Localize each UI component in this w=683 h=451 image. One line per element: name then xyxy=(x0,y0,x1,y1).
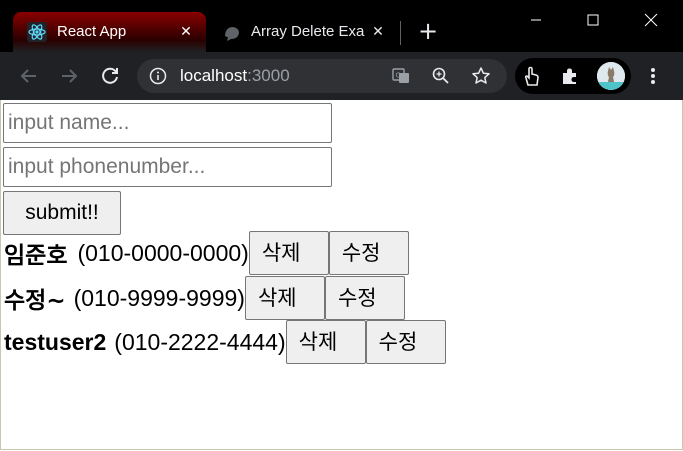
avatar[interactable] xyxy=(597,62,625,90)
minimize-icon[interactable] xyxy=(521,8,551,32)
extensions-puzzle-icon[interactable] xyxy=(560,66,580,86)
toolbar: localhost:3000 G xyxy=(0,52,683,100)
edit-button[interactable]: 수정 xyxy=(324,276,405,320)
user-row: 수정~ (010-9999-9999) 삭제 수정 xyxy=(4,276,405,320)
edit-button[interactable]: 수정 xyxy=(328,231,409,275)
submit-button[interactable]: submit!! xyxy=(3,191,121,235)
tab-react-app[interactable]: React App ✕ xyxy=(13,12,206,52)
close-icon[interactable]: ✕ xyxy=(176,22,196,42)
user-name: 임준호 xyxy=(4,243,68,269)
edit-button[interactable]: 수정 xyxy=(365,320,446,364)
site-info-icon[interactable] xyxy=(149,67,167,85)
user-row: testuser2 (010-2222-4444) 삭제 수정 xyxy=(4,320,446,364)
url-host: localhost xyxy=(180,66,248,85)
bookmark-star-icon[interactable] xyxy=(471,66,491,86)
zoom-icon[interactable] xyxy=(431,66,451,86)
phone-input[interactable] xyxy=(3,147,332,187)
delete-button[interactable]: 삭제 xyxy=(285,320,366,364)
delete-button[interactable]: 삭제 xyxy=(244,276,325,320)
user-name: 수정~ xyxy=(4,288,66,314)
delete-button[interactable]: 삭제 xyxy=(248,231,329,275)
close-icon[interactable]: ✕ xyxy=(368,22,388,42)
page-content: submit!! 임준호 (010-0000-0000) 삭제 수정 수정~ (… xyxy=(0,100,683,450)
tab-divider xyxy=(400,21,401,45)
url-text: localhost:3000 xyxy=(180,66,290,86)
user-name: testuser2 xyxy=(4,328,107,355)
url-port: :3000 xyxy=(247,66,290,85)
active-tab-title: React App xyxy=(57,23,127,40)
extensions-area xyxy=(515,58,631,94)
browser-chrome: React App ✕ Array Delete Exa ✕ + localho… xyxy=(0,0,683,100)
user-phone: (010-9999-9999) xyxy=(73,284,245,311)
avatar-cat-icon xyxy=(597,62,625,90)
forward-icon[interactable] xyxy=(57,64,81,88)
user-phone: (010-2222-4444) xyxy=(114,328,286,355)
svg-text:G: G xyxy=(396,72,401,80)
tab-array-delete[interactable]: Array Delete Exa ✕ xyxy=(208,12,398,52)
title-bar: React App ✕ Array Delete Exa ✕ + xyxy=(0,0,683,52)
address-bar[interactable]: localhost:3000 G xyxy=(137,59,507,93)
inactive-tab-title: Array Delete Exa xyxy=(251,23,365,40)
reload-icon[interactable] xyxy=(98,64,122,88)
maximize-icon[interactable] xyxy=(578,8,608,32)
name-input[interactable] xyxy=(3,103,332,143)
user-row: 임준호 (010-0000-0000) 삭제 수정 xyxy=(4,231,409,275)
translate-icon[interactable]: G xyxy=(391,66,411,86)
user-phone: (010-0000-0000) xyxy=(77,239,249,266)
kebab-menu-icon[interactable] xyxy=(641,64,665,88)
extension-hand-icon[interactable] xyxy=(521,65,543,87)
tab-favicon-icon xyxy=(225,27,239,41)
react-icon xyxy=(27,22,47,42)
window-close-icon[interactable] xyxy=(636,8,666,32)
back-icon[interactable] xyxy=(17,64,41,88)
new-tab-icon[interactable]: + xyxy=(416,19,440,44)
